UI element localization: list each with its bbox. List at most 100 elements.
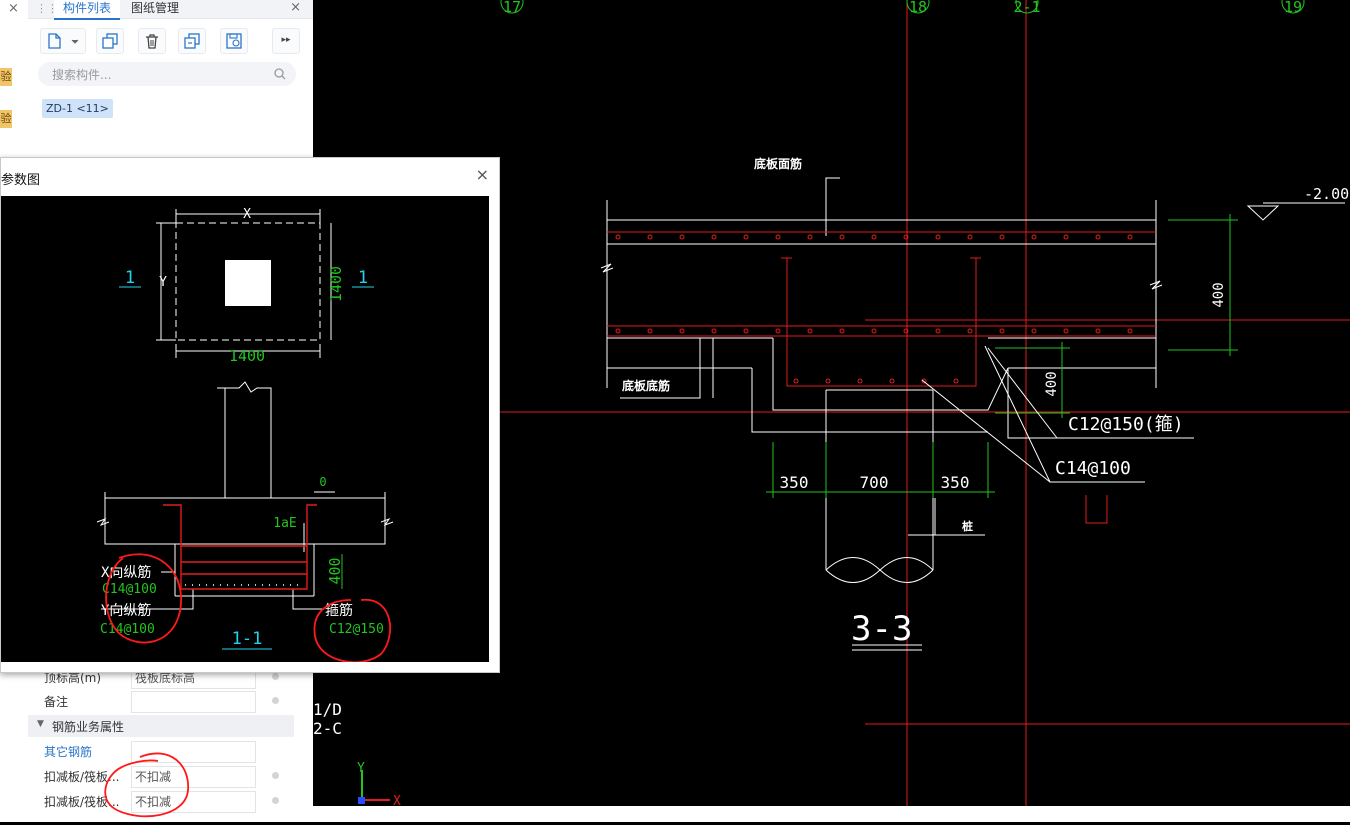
rebar-dot [1063,328,1069,334]
section-title-3-3: 3-3 [851,609,912,649]
section-mark-right: 1 [358,268,368,288]
elevation-text: -2.000 [1304,185,1350,203]
copy-button[interactable] [96,28,124,54]
dim-350-right: 350 [941,473,970,492]
more-tools-button[interactable]: ▸▸ [272,28,300,54]
rebar-dot [807,234,813,240]
rebar-dot [711,234,717,240]
rebar-dot [743,234,749,240]
dim-zero: 0 [319,475,326,489]
rebar-dot [647,234,653,240]
search-box [38,62,296,88]
property-label: 备注 [44,695,69,709]
panel-close-icon[interactable]: × [290,0,301,15]
property-row-remark: 备注 [28,691,294,713]
rebar-dot [1031,234,1037,240]
save-icon [226,33,242,49]
stirrup-value: C12@150 [329,622,384,637]
rebar-dot [999,234,1005,240]
rebar-dot [871,234,877,240]
rebar-dot [839,328,845,334]
axis-bubble-2-1: 2-1 [1013,0,1041,16]
rebar-dot [615,328,621,334]
axis-label-2-c: 2-C [313,719,342,738]
axis-bubble-19: 19 [1281,0,1305,16]
dim-y-label: Y [159,275,167,290]
copy-icon [102,33,118,49]
anchor-length-label: 1aE [273,516,296,531]
ucs-axes-icon: Y X [357,761,401,806]
rebar-dot [839,234,845,240]
save-template-button[interactable] [220,28,248,54]
dim-height-400: 400 [326,557,344,584]
strip-badge-2[interactable]: 验 [0,110,12,128]
tab-component-list[interactable]: 构件列表 [54,0,120,20]
rebar-dot [775,234,781,240]
dialog-close-icon[interactable]: × [476,165,489,184]
section-title-1-1: 1-1 [232,629,263,649]
tab-drawing-manager[interactable]: 图纸管理 [122,0,188,18]
property-label-link[interactable]: 其它钢筋 [44,743,92,760]
rebar-dot [1095,328,1101,334]
rebar-dot [953,378,959,384]
section-title: 钢筋业务属性 [52,720,125,734]
rebar-dot [775,328,781,334]
parameter-drawing-dialog[interactable]: 参数图 × X Y 1400 1400 1 1 0 1aE 400 X向纵筋 C… [0,157,500,673]
search-input[interactable] [50,62,274,88]
collapse-caret-icon[interactable]: ▼ [37,719,44,729]
dim-right-1400: 1400 [327,266,345,302]
stirrup-symbol [1085,495,1108,524]
property-toggle-dot[interactable] [272,772,279,779]
copy-to-floor-button[interactable] [178,28,206,54]
rebar-dot [871,328,877,334]
axis-label-18: 18 [909,0,927,16]
rebar-dot [1095,234,1101,240]
axis-label-19: 19 [1284,0,1302,16]
rebar-dot [935,234,941,240]
new-icon [48,33,79,49]
delete-button[interactable] [138,28,166,54]
component-list-item[interactable]: ZD-1 <11> [42,99,113,118]
rebar-dot [615,234,621,240]
rebar-dot [679,234,685,240]
axis-bubble-17: 17 [500,0,524,16]
search-icon[interactable] [274,68,286,80]
rebar-dot [857,378,863,384]
strip-badge-1[interactable]: 验 [0,68,12,86]
property-section-rebar[interactable]: ▼ 钢筋业务属性 [28,715,294,737]
dim-x-label: X [243,207,251,222]
rebar-dot [967,234,973,240]
property-toggle-dot[interactable] [272,797,279,804]
rebar-dot [647,328,653,334]
slab-rebar [607,231,1156,387]
dim-350-left: 350 [780,473,809,492]
new-component-button[interactable] [40,28,86,54]
dim-400-top: 400 [1211,282,1227,307]
dialog-title: 参数图 [1,173,41,188]
parameter-drawing-canvas[interactable]: X Y 1400 1400 1 1 0 1aE 400 X向纵筋 C14@100… [1,196,489,662]
rebar-dot [999,328,1005,334]
section-mark-left: 1 [125,268,135,288]
rebar-dot [1063,234,1069,240]
property-toggle-dot[interactable] [272,697,279,704]
elevation-marker: -2.000 [1246,185,1350,221]
top-rebar-label: 底板面筋 [754,156,802,171]
ucs-y-label: Y [357,761,365,776]
rebar-dot [1127,328,1133,334]
callout-stirrup: C12@150(箍) [1068,414,1184,435]
trash-icon [146,34,158,49]
property-value-input[interactable] [131,691,256,713]
rebar-dot [967,328,973,334]
panel-tab-bar: ⋮⋮ 构件列表 图纸管理 × [28,0,313,20]
axis-label-17: 17 [503,0,521,16]
strip-close-icon[interactable]: × [8,1,19,16]
rebar-dot [1127,234,1133,240]
rebar-dot [743,328,749,334]
axis-label-1-d: 1/D [313,700,342,719]
rebar-dot [825,378,831,384]
property-toggle-dot[interactable] [272,673,279,680]
dim-700: 700 [860,473,889,492]
rebar-dots [615,234,1133,384]
axis-bubble-18: 18 [906,0,930,16]
column-square [225,260,271,306]
